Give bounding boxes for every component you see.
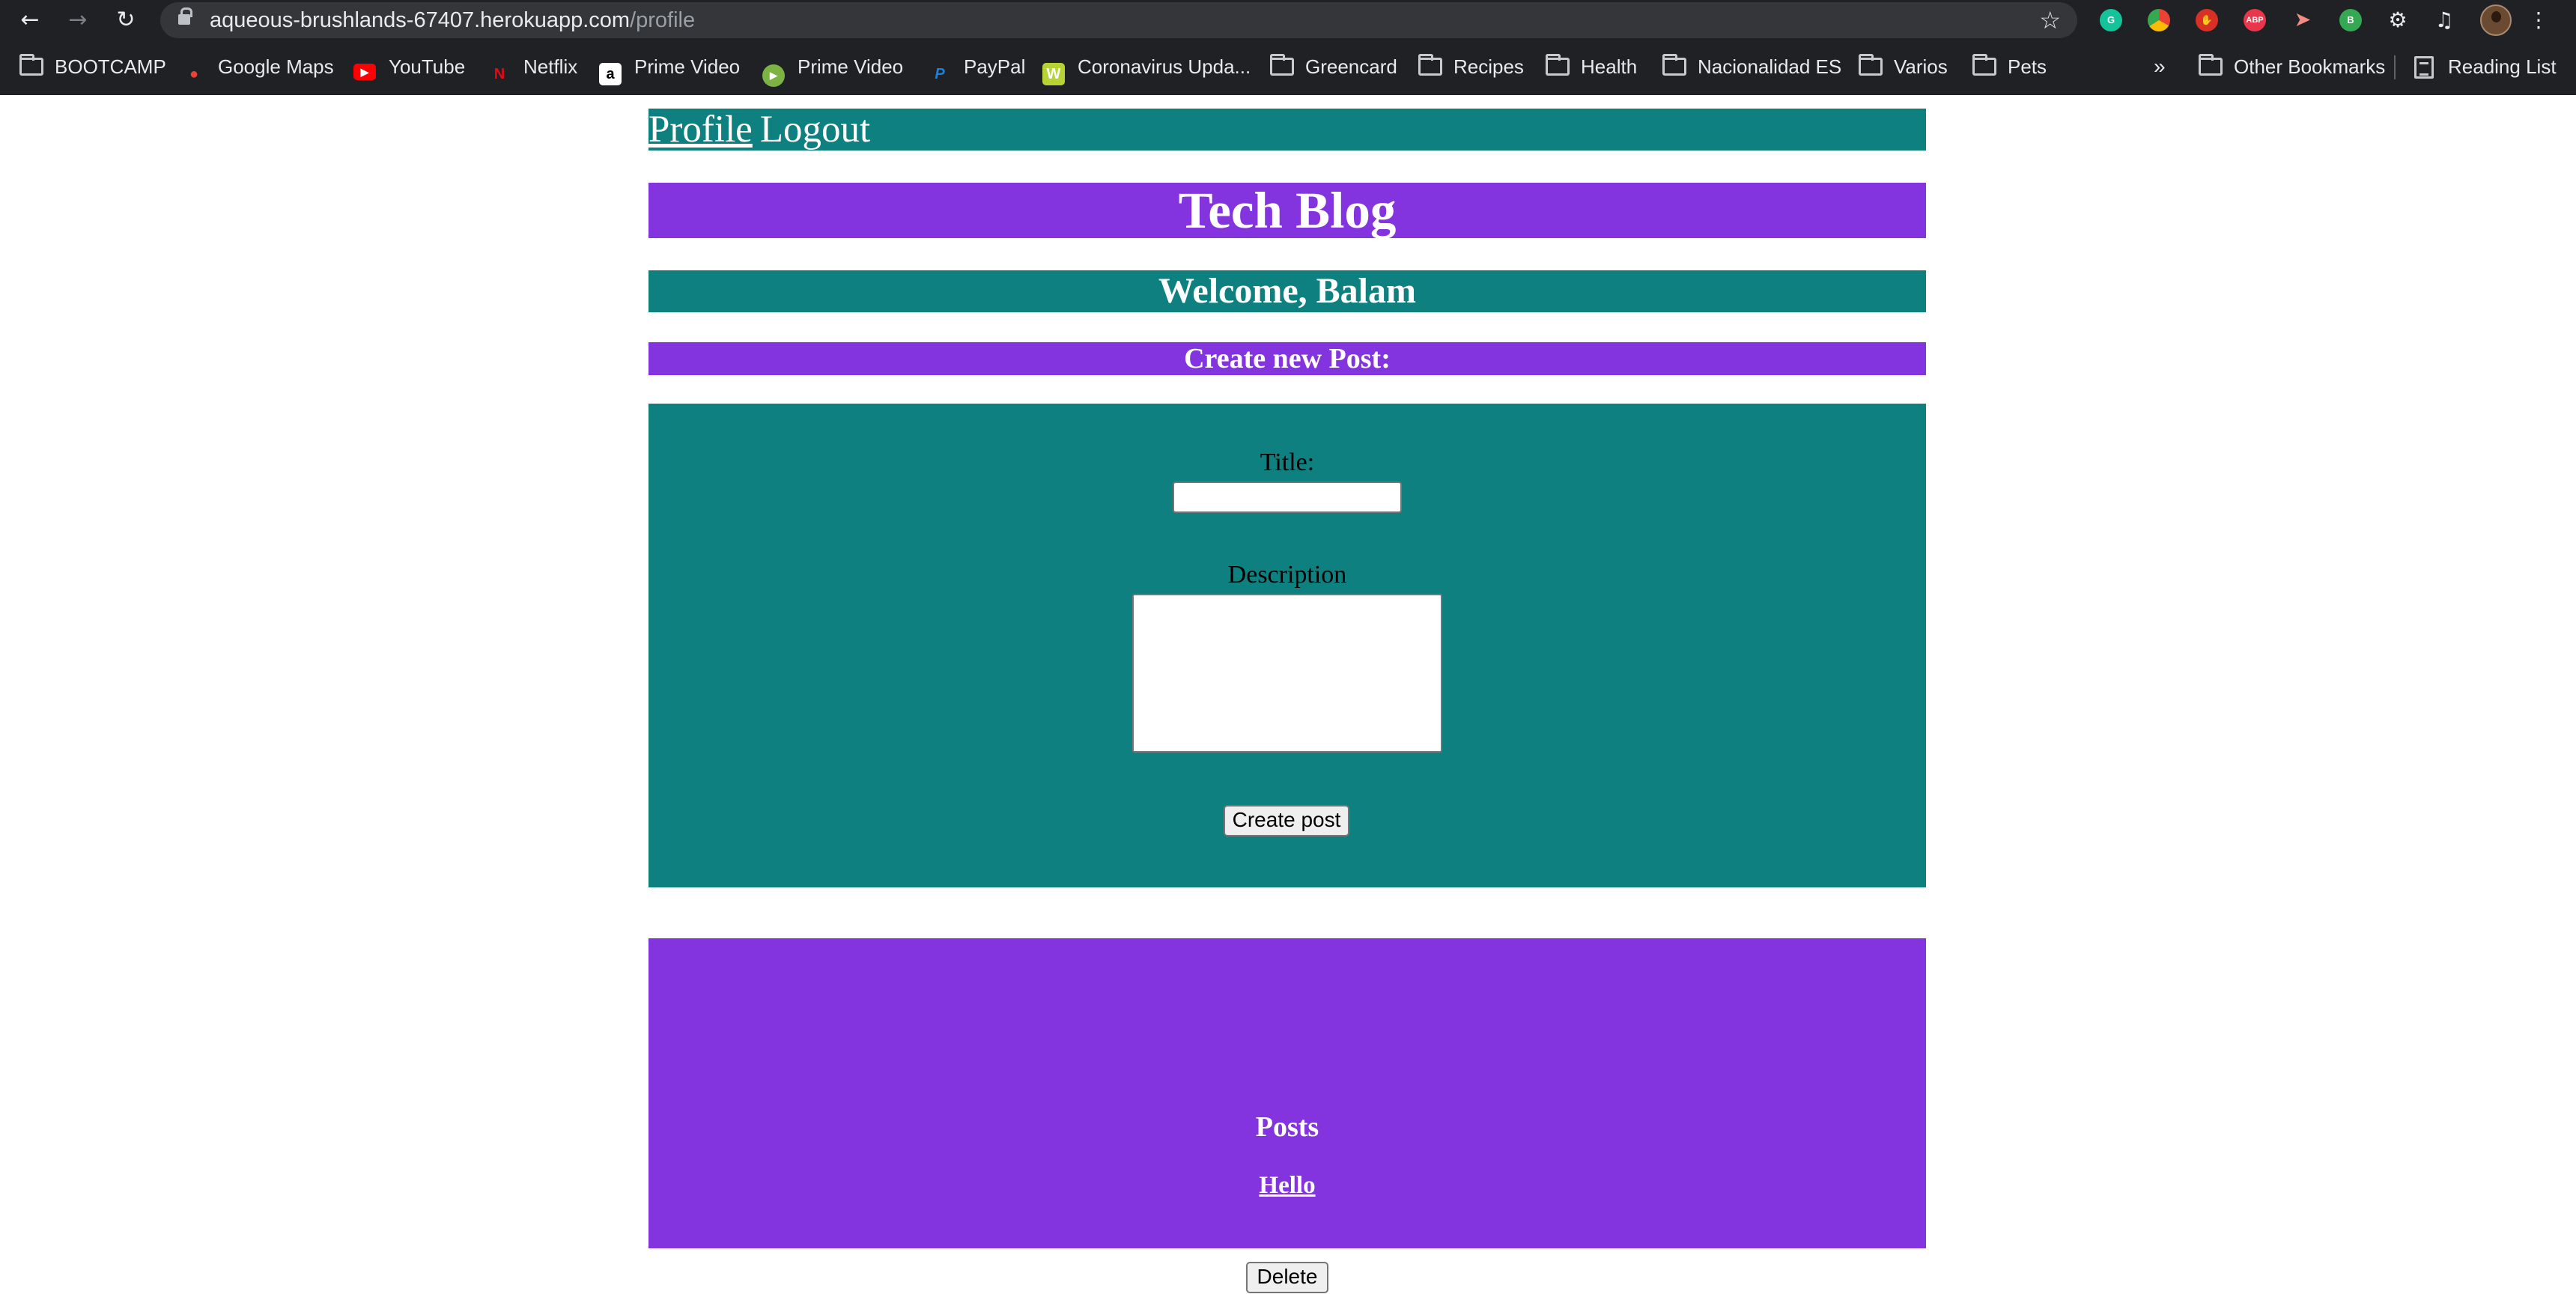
browser-chrome: ← → ↻ aqueous-brushlands-67407.herokuapp… bbox=[0, 0, 2576, 95]
video-speed-icon[interactable]: ➤ bbox=[2291, 9, 2314, 31]
bookmark-label: Prime Video bbox=[798, 55, 904, 78]
back-arrow-icon[interactable]: ← bbox=[13, 4, 46, 36]
folder-icon bbox=[1662, 54, 1686, 76]
bookmark-label: Health bbox=[1581, 55, 1638, 78]
bookmark-label: Google Maps bbox=[218, 55, 334, 78]
bookmark-label: Netflix bbox=[523, 55, 578, 78]
welcome-heading: Welcome, Balam bbox=[648, 270, 1926, 312]
url-path: /profile bbox=[630, 8, 696, 32]
grammarly-icon[interactable]: G bbox=[2100, 9, 2122, 31]
title-input[interactable] bbox=[1173, 482, 1402, 513]
description-label: Description bbox=[1227, 561, 1347, 589]
bookmark-label: PayPal bbox=[964, 55, 1026, 78]
paypal-icon: P bbox=[935, 66, 945, 82]
other-bookmarks[interactable]: Other Bookmarks bbox=[2199, 49, 2385, 84]
url-text[interactable]: aqueous-brushlands-67407.herokuapp.com/p… bbox=[210, 2, 695, 38]
bookmarks-overflow-chevron-icon[interactable]: » bbox=[2154, 49, 2166, 84]
bookmarks-bar: BOOTCAMP ● Google Maps ▶ YouTube N Netflix … bbox=[0, 49, 2576, 87]
folder-icon bbox=[1546, 54, 1570, 76]
bookmark-google-maps[interactable]: ● Google Maps bbox=[183, 49, 334, 84]
bookmark-prime-video-amazon[interactable]: a Prime Video bbox=[599, 49, 741, 85]
bookmark-prime-video[interactable]: ▶ Prime Video bbox=[762, 49, 904, 87]
adblock-plus-icon[interactable]: ABP bbox=[2244, 9, 2266, 31]
bookmarks-divider bbox=[2394, 55, 2396, 79]
chrome-extension-icon[interactable] bbox=[2148, 9, 2170, 31]
bookmark-label: Prime Video bbox=[634, 55, 741, 78]
bookmark-nacionalidad-es[interactable]: Nacionalidad ES bbox=[1662, 49, 1841, 84]
bookmark-label: Coronavirus Upda... bbox=[1078, 55, 1251, 78]
folder-icon bbox=[19, 54, 43, 76]
folder-icon bbox=[1859, 54, 1883, 76]
site-title: Tech Blog bbox=[648, 183, 1926, 238]
kebab-menu-icon[interactable]: ⋮ bbox=[2525, 6, 2552, 34]
b-extension-icon[interactable]: B bbox=[2339, 9, 2362, 31]
reload-icon[interactable]: ↻ bbox=[109, 4, 142, 36]
prime-video-icon: ▶ bbox=[762, 64, 785, 87]
youtube-icon: ▶ bbox=[353, 64, 376, 80]
folder-icon bbox=[1270, 54, 1294, 76]
folder-icon bbox=[1418, 54, 1442, 76]
post-item: Hello bbox=[648, 1172, 1926, 1200]
nav-profile-link[interactable]: Profile bbox=[648, 109, 753, 151]
description-textarea[interactable] bbox=[1132, 594, 1442, 753]
folder-icon bbox=[1972, 54, 1996, 76]
reading-list[interactable]: Reading List bbox=[2414, 49, 2557, 84]
bookmark-paypal[interactable]: P PayPal bbox=[929, 49, 1025, 84]
bookmark-star-icon[interactable]: ☆ bbox=[2039, 5, 2061, 35]
bookmark-label: Recipes bbox=[1453, 55, 1524, 78]
bookmark-coronavirus-update[interactable]: W Coronavirus Upda... bbox=[1042, 49, 1251, 85]
post-title-link[interactable]: Hello bbox=[1259, 1172, 1315, 1199]
create-post-button[interactable]: Create post bbox=[1224, 805, 1349, 836]
lock-icon bbox=[178, 7, 192, 25]
stop-hand-icon[interactable]: ✋ bbox=[2196, 9, 2218, 31]
address-bar[interactable]: aqueous-brushlands-67407.herokuapp.com/p… bbox=[160, 2, 2077, 38]
bookmark-greencard[interactable]: Greencard bbox=[1270, 49, 1397, 84]
title-label: Title: bbox=[1260, 449, 1315, 476]
nav-logout-link[interactable]: Logout bbox=[760, 109, 870, 151]
google-maps-icon: ● bbox=[189, 66, 199, 82]
netflix-icon: N bbox=[493, 66, 505, 82]
bookmark-bootcamp[interactable]: BOOTCAMP bbox=[19, 49, 166, 84]
bookmark-recipes[interactable]: Recipes bbox=[1418, 49, 1524, 84]
create-post-form: Title: Description Create post bbox=[648, 404, 1926, 887]
other-bookmarks-label: Other Bookmarks bbox=[2234, 55, 2386, 78]
extensions-puzzle-icon[interactable]: ⚙ bbox=[2384, 6, 2411, 34]
page-content: Profile Logout Tech Blog Welcome, Balam C… bbox=[0, 95, 2576, 1297]
posts-section: Posts Hello Delete bbox=[648, 938, 1926, 1293]
browser-toolbar: ← → ↻ aqueous-brushlands-67407.herokuapp… bbox=[0, 0, 2576, 40]
bookmark-label: BOOTCAMP bbox=[55, 55, 166, 78]
bookmark-label: Nacionalidad ES bbox=[1698, 55, 1842, 78]
bookmark-netflix[interactable]: N Netflix bbox=[488, 49, 577, 84]
reading-list-icon bbox=[2414, 56, 2434, 79]
create-post-heading: Create new Post: bbox=[648, 342, 1926, 375]
reading-list-label: Reading List bbox=[2448, 55, 2557, 78]
bookmark-label: Greencard bbox=[1305, 55, 1397, 78]
media-queue-icon[interactable]: ♫ bbox=[2431, 6, 2458, 34]
amazon-icon: a bbox=[599, 63, 622, 85]
forward-arrow-icon[interactable]: → bbox=[61, 4, 94, 36]
bookmark-youtube[interactable]: ▶ YouTube bbox=[353, 49, 465, 84]
folder-icon bbox=[2199, 54, 2223, 76]
top-nav: Profile Logout bbox=[648, 109, 1926, 151]
coronavirus-site-icon: W bbox=[1042, 63, 1065, 85]
bookmark-health[interactable]: Health bbox=[1546, 49, 1637, 84]
profile-avatar[interactable] bbox=[2480, 4, 2512, 36]
url-host: aqueous-brushlands-67407.herokuapp.com bbox=[210, 8, 631, 32]
bookmark-label: YouTube bbox=[389, 55, 466, 78]
bookmark-label: Pets bbox=[2008, 55, 2047, 78]
bookmark-pets[interactable]: Pets bbox=[1972, 49, 2047, 84]
delete-post-button[interactable]: Delete bbox=[1246, 1262, 1328, 1293]
posts-heading: Posts bbox=[1255, 1111, 1319, 1143]
bookmark-varios[interactable]: Varios bbox=[1859, 49, 1948, 84]
bookmark-label: Varios bbox=[1894, 55, 1948, 78]
